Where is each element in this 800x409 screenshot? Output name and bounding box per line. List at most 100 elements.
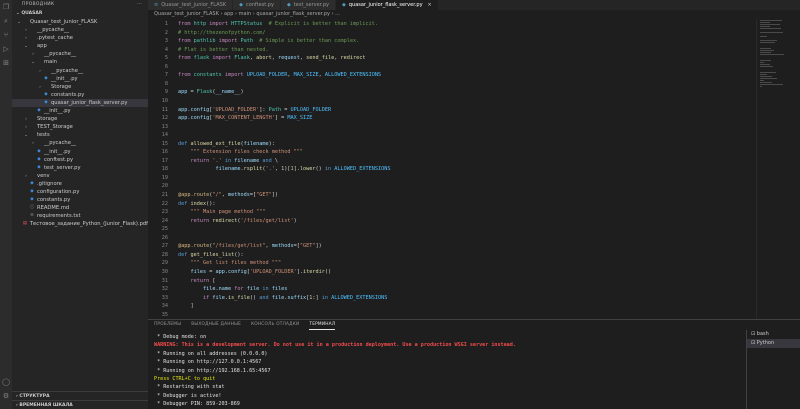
tree-item[interactable]: › __pycache__ <box>12 67 148 75</box>
minimap-line <box>760 64 770 65</box>
tree-item[interactable]: ◆ __init__.py <box>12 148 148 156</box>
close-icon[interactable]: × <box>428 2 432 8</box>
tree-item[interactable]: ◆ .gitignore <box>12 180 148 188</box>
terminal-instance[interactable]: ⊡ Python <box>747 339 800 348</box>
code-line[interactable]: if file.is_file() and file.suffix[1:] in… <box>178 295 387 301</box>
tree-item[interactable]: › .pytest_cache <box>12 34 148 42</box>
code-line[interactable]: @app.route("/", methods=["GET"]) <box>178 192 278 198</box>
code-line[interactable]: ] <box>178 303 193 309</box>
timeline-section[interactable]: › ВРЕМЕННАЯ ШКАЛА <box>12 400 148 409</box>
tree-item[interactable]: › __pycache__ <box>12 139 148 147</box>
minimap-line <box>760 24 781 25</box>
gear-icon[interactable]: ⚙ <box>0 389 12 403</box>
editor-tab[interactable]: ◆ quasar_junior_flask_server.py × <box>336 0 439 10</box>
tree-item[interactable]: ≡ requirements.txt <box>12 212 148 220</box>
code-line[interactable]: from pathlib import Path # Simple is bet… <box>178 38 359 44</box>
line-number: 29 <box>161 260 168 267</box>
code-line[interactable]: return [ <box>178 278 216 284</box>
terminal-line: WARNING: This is a development server. D… <box>154 342 516 349</box>
code-line[interactable]: def allowed_ext_file(filename): <box>178 141 275 147</box>
code-line[interactable]: return '.' in filename and \ <box>178 158 279 164</box>
tree-item[interactable]: › Storage <box>12 115 148 123</box>
tree-item[interactable]: › __pycache__ <box>12 26 148 34</box>
minimap-line <box>760 72 777 73</box>
timeline-label: ВРЕМЕННАЯ ШКАЛА <box>19 403 73 408</box>
code-line[interactable]: """ Extension files check method """ <box>178 149 303 155</box>
code-line[interactable]: # Flat is better than nested. <box>178 47 269 53</box>
explorer-title: ПРОВОДНИК <box>22 2 55 7</box>
tree-item[interactable]: ◆ __init__.py <box>12 75 148 83</box>
code-line[interactable]: # http://thezenofpython.com/ <box>178 30 265 36</box>
code-line[interactable]: return redirect('/files/get/list') <box>178 218 297 224</box>
minimap[interactable] <box>756 19 800 319</box>
tree-item-label: __pycache__ <box>51 67 84 74</box>
file-type-icon: ◆ <box>30 197 34 203</box>
code-line[interactable]: """ Main page method """ <box>178 209 266 215</box>
line-number: 27 <box>161 243 168 250</box>
code-line[interactable]: from flask import Flask, abort, request,… <box>178 55 365 61</box>
code-line[interactable]: @app.route("/files/get/list", methods=["… <box>178 243 322 249</box>
code-line[interactable]: files = app.config['UPLOAD_FOLDER'].iter… <box>178 269 332 275</box>
tree-item[interactable]: ⌄ main <box>12 58 148 66</box>
code-line[interactable]: from constants import UPLOAD_FOLDER, MAX… <box>178 72 381 78</box>
file-type-icon: ⓘ <box>29 205 35 211</box>
minimap-line <box>760 54 784 55</box>
panel-tabs: ПРОБЛЕМЫ ВЫХОДНЫЕ ДАННЫЕ КОНСОЛЬ ОТЛАДКИ ТЕ… <box>148 320 800 330</box>
tree-item[interactable]: › Storage <box>12 83 148 91</box>
line-number: 28 <box>161 251 168 258</box>
more-actions-icon[interactable]: ··· <box>137 0 142 10</box>
run-debug-icon[interactable]: ▷ <box>0 42 12 56</box>
code-line[interactable]: from http import HTTPStatus # Explicit i… <box>178 21 378 27</box>
tree-item-label: Storage <box>51 83 72 90</box>
editor-tab[interactable]: ◆ conftest.py <box>233 0 281 10</box>
tree-item-label: Storage <box>37 116 58 123</box>
tree-item[interactable]: ◆ constants.py <box>12 196 148 204</box>
editor-tab[interactable]: ◆ test_server.py <box>280 0 336 10</box>
outline-section[interactable]: › СТРУКТУРА <box>12 391 148 400</box>
search-icon[interactable]: ⌕ <box>0 14 12 28</box>
workspace-root[interactable]: ⌄ QUASAR <box>12 10 148 18</box>
breadcrumb[interactable]: Quasar_test_junior_FLASK › app › main › … <box>148 10 748 19</box>
line-number: 26 <box>161 234 168 241</box>
code-line[interactable]: def index(): <box>178 201 216 207</box>
code-line[interactable]: def get_files_list(): <box>178 252 244 258</box>
code-line[interactable]: app.config['UPLOAD_FOLDER']: Path = UPLO… <box>178 107 331 113</box>
code-editor[interactable]: 1 from http import HTTPStatus # Explicit … <box>148 19 756 319</box>
tree-item[interactable]: › TEST_Storage <box>12 123 148 131</box>
code-line[interactable]: app = Flask(__name__) <box>178 89 244 95</box>
panel-tab[interactable]: ВЫХОДНЫЕ ДАННЫЕ <box>191 320 241 330</box>
line-number: 31 <box>161 277 168 284</box>
panel-tab[interactable]: ПРОБЛЕМЫ <box>154 320 181 330</box>
panel-tab[interactable]: ТЕРМИНАЛ <box>309 320 336 330</box>
tree-item[interactable]: › __pycache__ <box>12 50 148 58</box>
terminal-instance[interactable]: ⊡ bash <box>747 330 800 339</box>
files-icon[interactable]: ❐ <box>0 0 12 14</box>
tree-item[interactable]: ◆ constants.py <box>12 91 148 99</box>
code-line[interactable]: filename.rsplit('.', 1)[1].lower() in AL… <box>178 166 390 172</box>
code-line[interactable]: app.config['MAX_CONTENT_LENGTH'] = MAX_S… <box>178 115 312 121</box>
tree-item[interactable]: ⌄ Quasar_test_junior_FLASK <box>12 18 148 26</box>
tree-item-label: .gitignore <box>37 180 62 187</box>
tree-item[interactable]: ◆ quasar_junior_flask_server.py <box>12 98 148 108</box>
line-number: 30 <box>161 268 168 275</box>
tree-item[interactable]: ◆ conftest.py <box>12 156 148 164</box>
extensions-icon[interactable]: ⊞ <box>0 56 12 70</box>
tree-item[interactable]: ◆ test_server.py <box>12 164 148 172</box>
tree-item[interactable]: ⌄ tests <box>12 131 148 139</box>
panel-tab[interactable]: КОНСОЛЬ ОТЛАДКИ <box>251 320 299 330</box>
tree-item[interactable]: ▤ Тестовое_задание_Python_(Junior_Flask).… <box>12 220 148 228</box>
tree-item[interactable]: ◆ configuration.py <box>12 188 148 196</box>
editor-tab[interactable]: ≡ Quasar_test_junior_FLASK <box>148 0 234 10</box>
account-icon[interactable]: ◯ <box>0 375 12 389</box>
code-line[interactable]: file.name for file in files <box>178 286 287 292</box>
terminal-output[interactable]: * Debug mode: on WARNING: This is a devel… <box>154 333 744 409</box>
source-control-icon[interactable]: ⑂ <box>0 28 12 42</box>
terminal-line: * Running on http://127.0.0.1:4567 <box>154 359 262 366</box>
code-line[interactable]: """ Get list files method """ <box>178 260 282 266</box>
tree-item[interactable]: ⌄ app <box>12 42 148 50</box>
tree-item[interactable]: ⓘ README.md <box>12 204 148 212</box>
tree-item[interactable]: › venv <box>12 172 148 180</box>
line-number: 13 <box>161 123 168 130</box>
tree-item[interactable]: ◆ __init__.py <box>12 107 148 115</box>
line-number: 18 <box>161 166 168 173</box>
